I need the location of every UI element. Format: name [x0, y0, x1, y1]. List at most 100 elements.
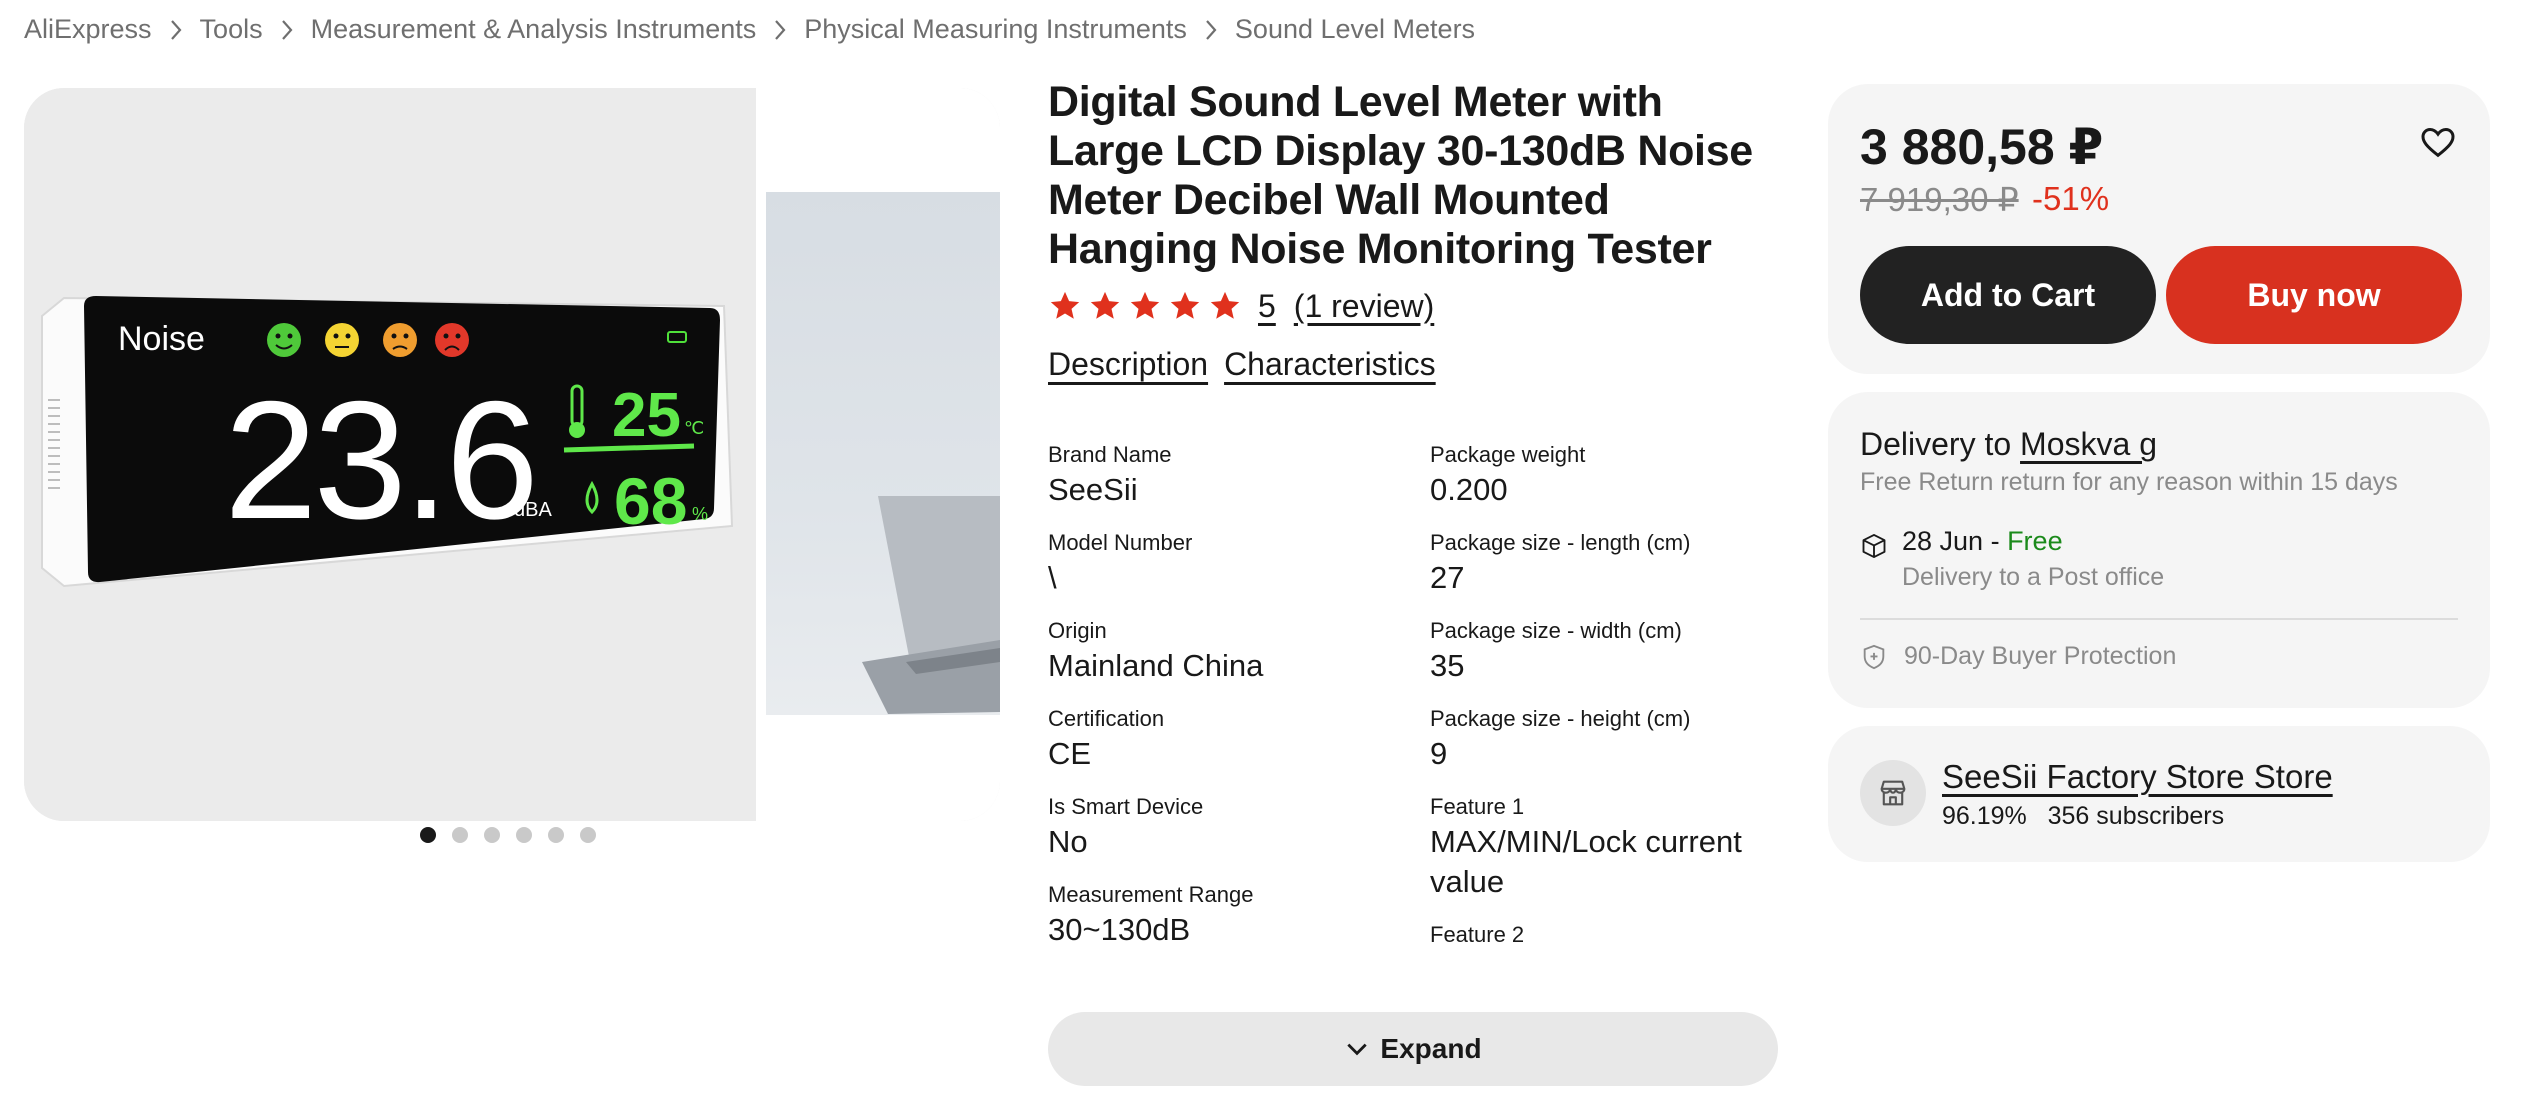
breadcrumb-measurement[interactable]: Measurement & Analysis Instruments [311, 14, 757, 45]
spec-item: Package size - width (cm) 35 [1430, 616, 1788, 686]
chevron-right-icon [1197, 15, 1225, 45]
slide-divider [756, 88, 766, 821]
store-name-link[interactable]: SeeSii Factory Store Store [1942, 758, 2333, 796]
spec-key: Package size - length (cm) [1430, 530, 1691, 555]
spec-item: Origin Mainland China [1048, 616, 1408, 686]
display-temperature-unit: ℃ [684, 418, 704, 438]
gallery-dot-3[interactable] [484, 827, 500, 843]
info-tabs: Description Characteristics [1048, 346, 1788, 383]
spec-item: Certification CE [1048, 704, 1408, 774]
discount-badge: -51% [2032, 180, 2110, 217]
store-avatar[interactable] [1860, 760, 1926, 826]
store-stats: 96.19% 356 subscribers [1942, 802, 2225, 830]
spec-item: Package size - length (cm) 27 [1430, 528, 1788, 598]
spec-item: Package weight 0.200 [1430, 440, 1788, 510]
spec-value: 9 [1430, 736, 1448, 771]
spec-value: 30~130dB [1048, 912, 1191, 947]
spec-value: CE [1048, 736, 1092, 771]
star-icon [1090, 291, 1120, 319]
spec-key: Brand Name [1048, 442, 1172, 467]
display-humidity-unit: % [692, 504, 708, 524]
gallery-pagination [420, 827, 596, 843]
add-to-cart-button[interactable]: Add to Cart [1860, 246, 2156, 344]
old-price: 7 919,30 ₽ [1860, 181, 2019, 218]
divider [1860, 618, 2458, 620]
rating-value[interactable]: 5 [1258, 288, 1276, 325]
spec-value: 27 [1430, 560, 1465, 595]
store-card: SeeSii Factory Store Store 96.19% 356 su… [1828, 726, 2490, 862]
specs-fade-overlay [1048, 950, 1788, 1010]
spec-value: Mainland China [1048, 648, 1264, 683]
spec-item: Model Number \ [1048, 528, 1408, 598]
delivery-option: 28 Jun - Free Delivery to a Post office [1860, 526, 2164, 592]
gallery-dot-6[interactable] [580, 827, 596, 843]
buy-now-button[interactable]: Buy now [2166, 246, 2462, 344]
star-icon [1130, 291, 1160, 319]
breadcrumb-aliexpress[interactable]: AliExpress [24, 14, 152, 45]
product-gallery[interactable]: Noise 23.6 dBA 25 ℃ 68 % [24, 88, 1000, 821]
spec-item: Package size - height (cm) 9 [1430, 704, 1788, 774]
tab-characteristics[interactable]: Characteristics [1224, 346, 1436, 383]
delivery-date: 28 Jun - Free [1902, 526, 2164, 557]
chevron-down-icon [1347, 1043, 1368, 1056]
spec-key: Package size - height (cm) [1430, 706, 1691, 731]
spec-key: Measurement Range [1048, 882, 1254, 907]
current-price: 3 880,58 ₽ [1860, 119, 2104, 175]
spec-key: Package weight [1430, 442, 1586, 467]
breadcrumb: AliExpress Tools Measurement & Analysis … [24, 14, 1475, 45]
display-reading: 23.6 [224, 366, 535, 554]
spec-value: 35 [1430, 648, 1465, 683]
rating-row: 5 (1 review) [1048, 286, 1788, 326]
buyer-protection-label: 90-Day Buyer Protection [1904, 642, 2177, 670]
gallery-dot-4[interactable] [516, 827, 532, 843]
spec-key: Is Smart Device [1048, 794, 1204, 819]
buyer-protection[interactable]: 90-Day Buyer Protection [1860, 642, 2176, 671]
product-title: Digital Sound Level Meter with Large LCD… [1048, 78, 1753, 273]
star-icon [1210, 291, 1240, 319]
gallery-dot-5[interactable] [548, 827, 564, 843]
breadcrumb-sound-level-meters[interactable]: Sound Level Meters [1235, 14, 1475, 45]
star-icon [1170, 291, 1200, 319]
return-note: Free Return return for any reason within… [1860, 468, 2398, 496]
display-humidity: 68 [614, 464, 687, 538]
spec-item: Feature 2 [1430, 920, 1788, 950]
product-info: Digital Sound Level Meter with Large LCD… [1048, 78, 1788, 383]
specs-right-column: Package weight 0.200 Package size - leng… [1430, 440, 1788, 968]
delivery-card: Delivery to Moskva g Free Return return … [1828, 392, 2490, 708]
store-icon [1880, 780, 1906, 806]
reviews-link[interactable]: (1 review) [1294, 288, 1434, 325]
product-image-main[interactable]: Noise 23.6 dBA 25 ℃ 68 % [24, 88, 756, 821]
expand-button[interactable]: Expand [1048, 1012, 1778, 1086]
spec-value: 0.200 [1430, 472, 1508, 507]
spec-value: SeeSii [1048, 472, 1138, 507]
spec-key: Model Number [1048, 530, 1193, 555]
delivery-method: Delivery to a Post office [1902, 563, 2165, 591]
spec-item: Brand Name SeeSii [1048, 440, 1408, 510]
heart-icon[interactable] [2418, 122, 2458, 162]
spec-value: \ [1048, 560, 1057, 595]
product-image-next[interactable] [766, 88, 1000, 821]
expand-label: Expand [1380, 1033, 1482, 1064]
gallery-dot-1[interactable] [420, 827, 436, 843]
shield-plus-icon [1863, 644, 1885, 669]
chevron-right-icon [273, 15, 301, 45]
breadcrumb-tools[interactable]: Tools [200, 14, 263, 45]
gallery-dot-2[interactable] [452, 827, 468, 843]
package-icon [1862, 533, 1886, 559]
tab-description[interactable]: Description [1048, 346, 1208, 383]
delivery-city-link[interactable]: Moskva g [2020, 426, 2157, 462]
delivery-date-text: 28 Jun - [1902, 526, 2008, 556]
breadcrumb-physical[interactable]: Physical Measuring Instruments [804, 14, 1187, 45]
specs-table: Brand Name SeeSii Model Number \ Origin … [1048, 440, 1788, 1010]
rating-stars [1048, 289, 1242, 323]
specs-left-column: Brand Name SeeSii Model Number \ Origin … [1048, 440, 1408, 968]
spec-key: Certification [1048, 706, 1165, 731]
price-card: 3 880,58 ₽ 7 919,30 ₽ -51% Add to Cart B… [1828, 84, 2490, 374]
spec-key: Package size - width (cm) [1430, 618, 1682, 643]
spec-item: Is Smart Device No [1048, 792, 1408, 862]
display-label: Noise [118, 320, 205, 358]
spec-item: Measurement Range 30~130dB [1048, 880, 1408, 950]
spec-item: Feature 1 MAX/MIN/Lock current value [1430, 792, 1788, 902]
display-unit: dBA [514, 499, 552, 521]
display-temperature: 25 [612, 381, 681, 450]
